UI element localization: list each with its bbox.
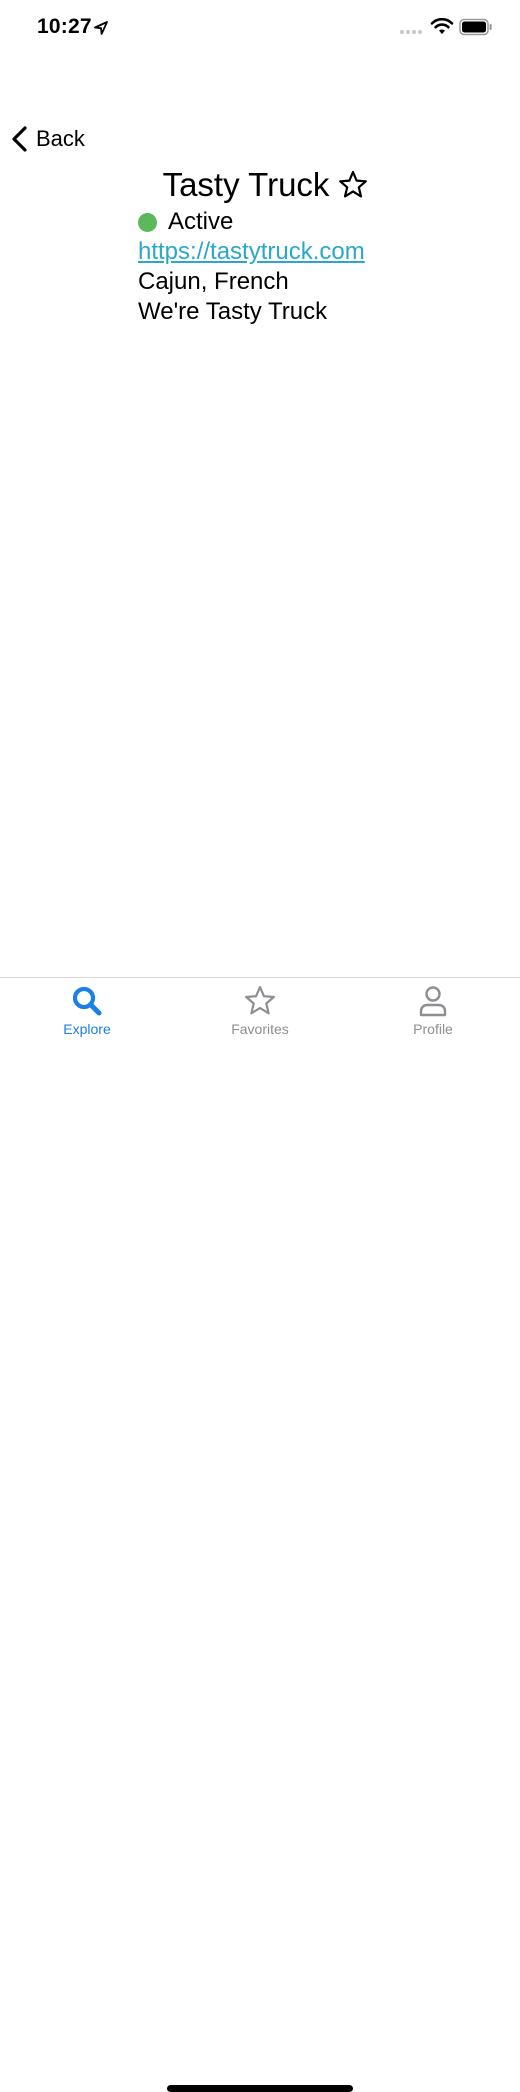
- chevron-left-icon: [12, 126, 27, 152]
- website-link[interactable]: https://tastytruck.com: [138, 237, 365, 267]
- tab-profile[interactable]: Profile: [373, 984, 493, 1044]
- back-button[interactable]: Back: [10, 122, 85, 156]
- home-indicator: [167, 2085, 353, 2092]
- status-bar: 10:27: [0, 0, 520, 60]
- tab-bar: Explore Favorites Profile: [0, 977, 520, 2092]
- status-line: Active: [138, 207, 365, 237]
- star-icon: [245, 985, 275, 1015]
- tab-favorites-label: Favorites: [231, 1021, 289, 1037]
- search-icon: [72, 986, 102, 1016]
- title-row: Tasty Truck: [0, 166, 520, 204]
- status-dot: [138, 212, 157, 232]
- tab-profile-label: Profile: [413, 1021, 453, 1037]
- tab-explore[interactable]: Explore: [27, 984, 147, 1044]
- truck-name: Tasty Truck: [162, 166, 330, 203]
- person-icon: [419, 986, 447, 1017]
- location-arrow-icon: [94, 21, 108, 35]
- cuisines-text: Cajun, French: [138, 268, 289, 295]
- battery-icon: [459, 18, 492, 36]
- signal-dots-icon: [400, 30, 422, 34]
- wifi-icon: [430, 18, 454, 34]
- truck-info: Active https://tastytruck.com Cajun, Fre…: [138, 207, 365, 327]
- star-outline-icon[interactable]: [337, 169, 369, 201]
- tab-favorites[interactable]: Favorites: [200, 984, 320, 1044]
- status-text: Active: [168, 208, 234, 235]
- back-label: Back: [36, 126, 85, 151]
- status-time: 10:27: [37, 15, 92, 38]
- tab-explore-label: Explore: [63, 1021, 111, 1037]
- description-text: We're Tasty Truck: [138, 298, 328, 325]
